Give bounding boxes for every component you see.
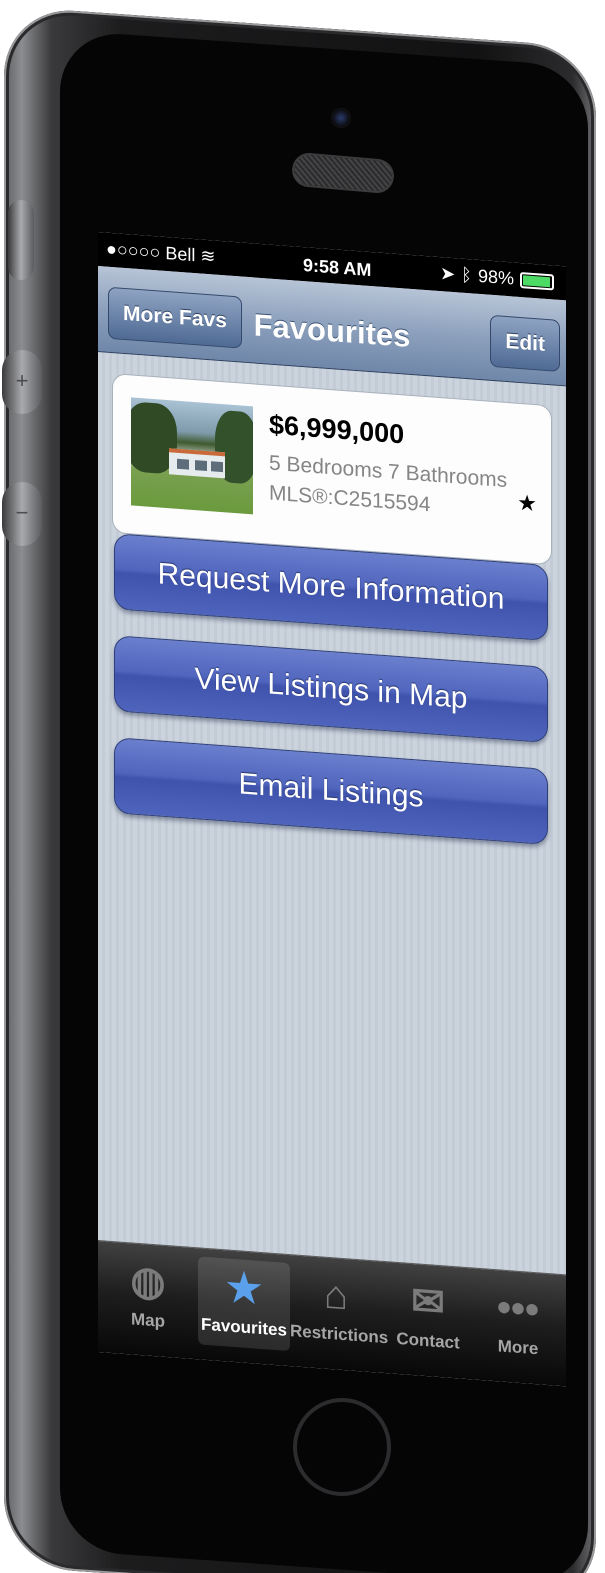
minus-icon: −: [15, 500, 29, 525]
location-arrow-icon: ➤: [440, 263, 456, 285]
stars-icon: ★: [226, 1265, 262, 1313]
listing-card[interactable]: $6,999,000 5 Bedrooms 7 Bathrooms MLS®:C…: [112, 373, 552, 566]
bluetooth-icon: ᛒ: [461, 264, 472, 286]
front-camera: [331, 108, 351, 128]
listing-photo: [131, 397, 253, 515]
view-listings-map-button[interactable]: View Listings in Map: [114, 635, 548, 744]
status-right: ➤ ᛒ 98%: [440, 263, 554, 292]
volume-down-button: −: [2, 482, 42, 546]
house-radar-icon: ⌂: [323, 1272, 349, 1319]
battery-percent: 98%: [477, 265, 514, 289]
carrier-signal: ●○○○○ Bell ≋: [106, 238, 216, 267]
tab-restrictions[interactable]: ⌂ Restrictions: [290, 1263, 388, 1358]
photo-house: [169, 448, 225, 479]
battery-icon: [520, 271, 554, 290]
phone-screen: ●○○○○ Bell ≋ 9:58 AM ➤ ᛒ 98% More Favs F…: [98, 232, 566, 1387]
status-time: 9:58 AM: [303, 255, 372, 281]
tab-contact[interactable]: ✉ Contact: [382, 1270, 474, 1365]
globe-icon: ◍: [130, 1258, 166, 1305]
tab-label: Map: [131, 1309, 165, 1331]
star-icon: ★: [517, 489, 537, 517]
plus-icon: +: [15, 368, 29, 393]
listing-price: $6,999,000: [269, 409, 405, 450]
mute-switch: [8, 200, 34, 280]
tab-favourites[interactable]: ★ Favourites: [198, 1256, 290, 1352]
listing-mls: MLS®:C2515594: [269, 481, 431, 517]
edit-button[interactable]: Edit: [490, 314, 560, 372]
volume-up-button: +: [2, 350, 42, 414]
tab-label: More: [497, 1336, 539, 1359]
email-listings-button[interactable]: Email Listings: [114, 737, 548, 846]
phone-mail-icon: ✉: [411, 1279, 445, 1326]
ellipsis-icon: •••: [496, 1285, 539, 1333]
tab-label: Contact: [396, 1328, 460, 1353]
tab-more[interactable]: ••• More: [472, 1276, 564, 1371]
home-button: [293, 1398, 391, 1496]
wifi-icon: ≋: [200, 245, 216, 267]
battery-fill: [523, 274, 551, 287]
tab-map[interactable]: ◍ Map: [102, 1249, 194, 1344]
